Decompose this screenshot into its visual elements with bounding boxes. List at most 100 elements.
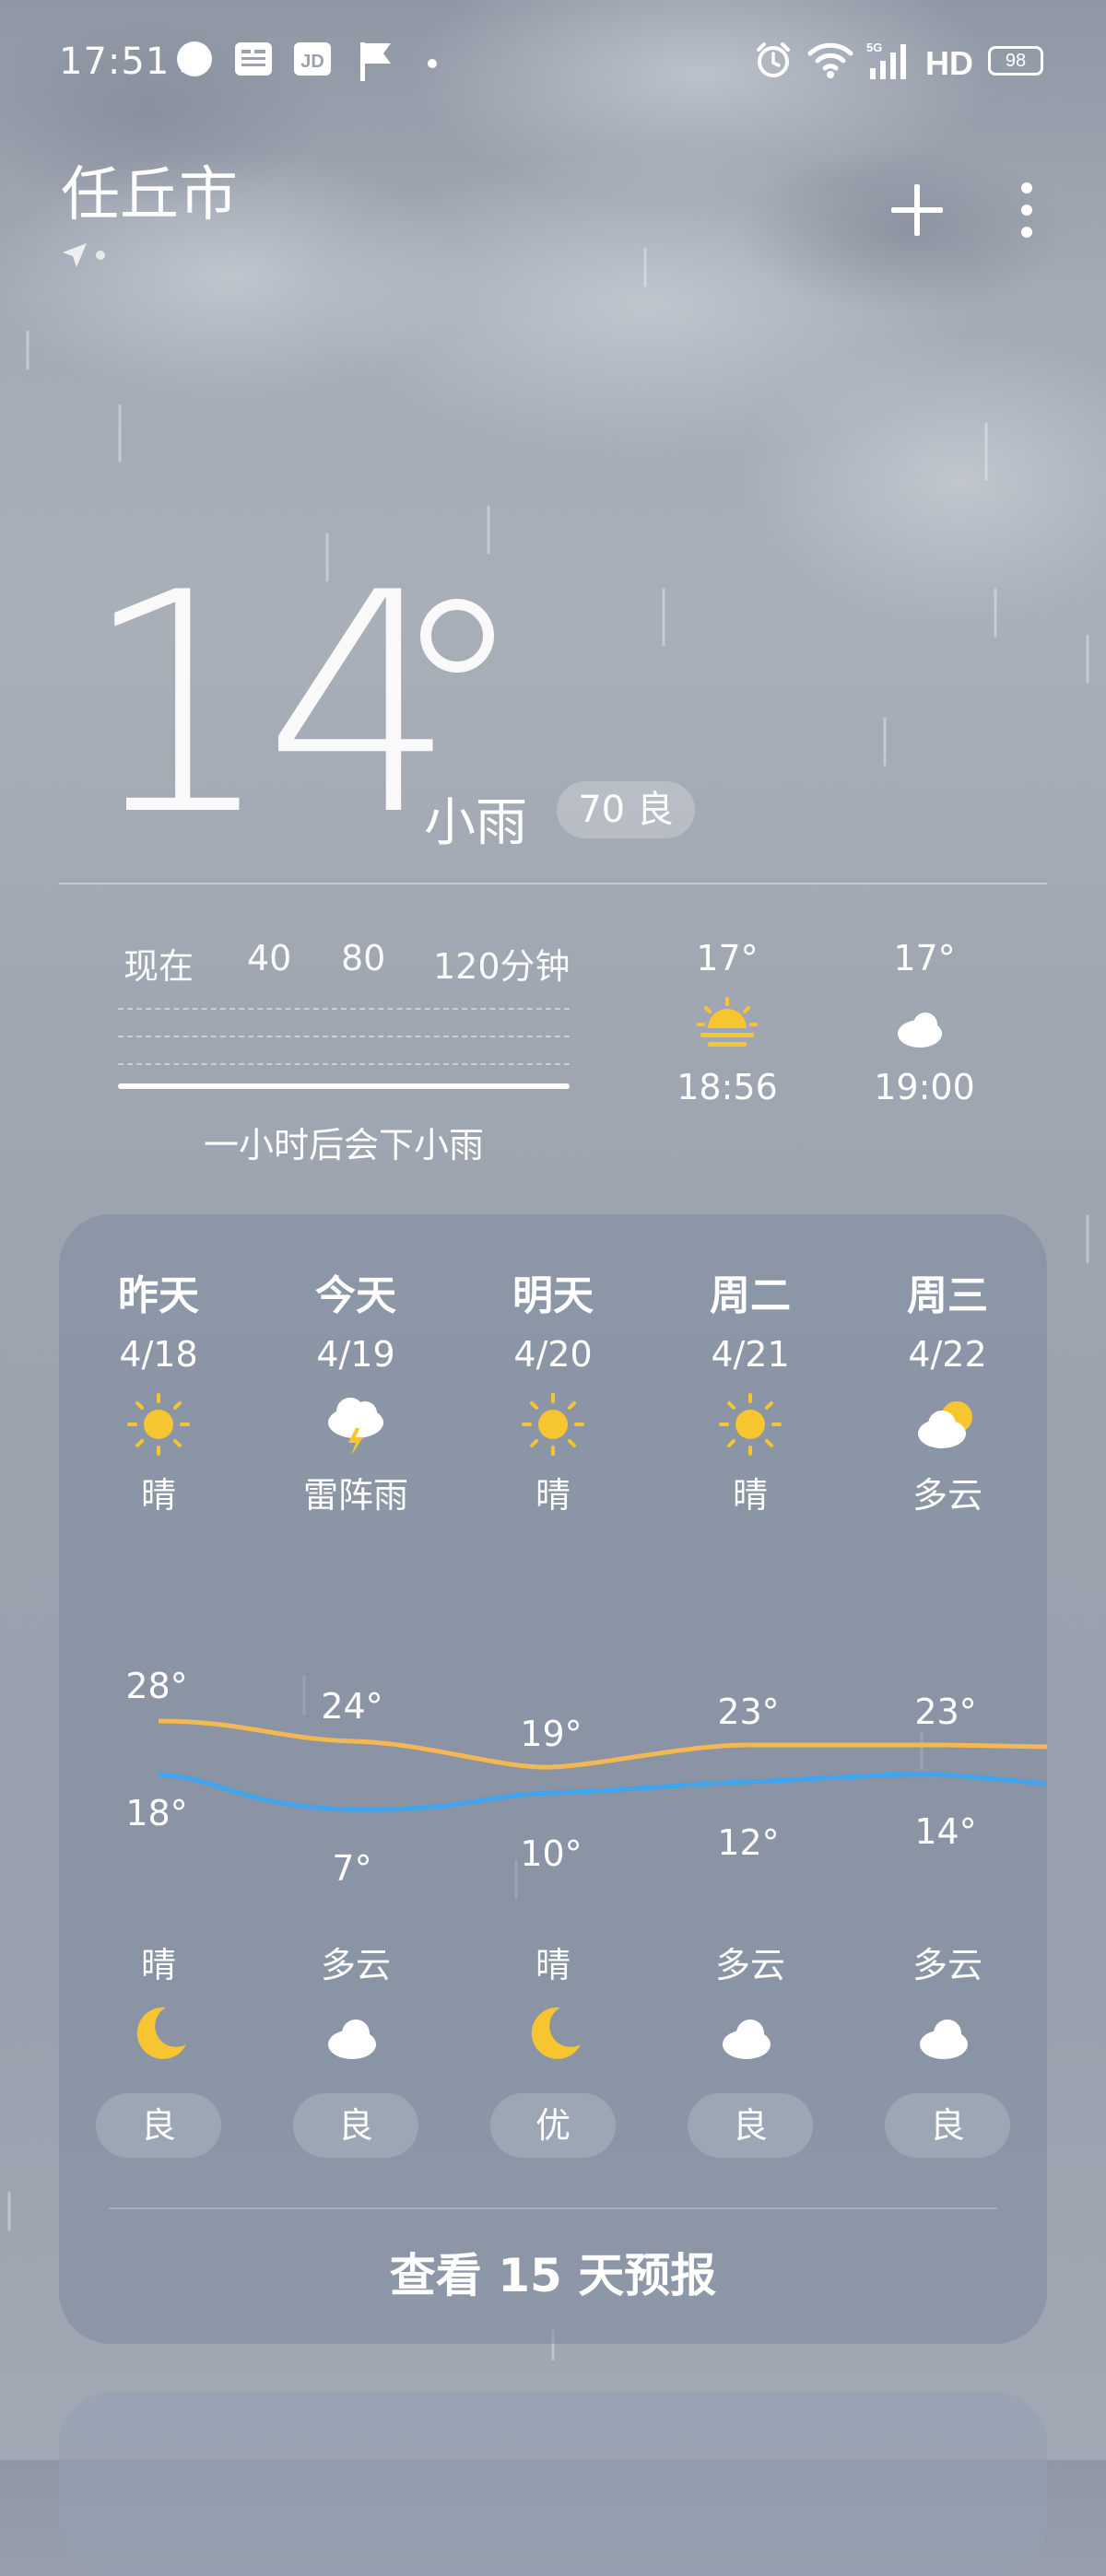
status-time: 17:51 <box>59 41 171 83</box>
rain-axis-label: 40 <box>247 938 292 978</box>
message-bubble-icon <box>177 41 212 76</box>
day-date: 4/20 <box>513 1334 593 1375</box>
day-name: 周二 <box>710 1272 791 1319</box>
day-date: 4/22 <box>908 1334 987 1375</box>
high-temp-label: 24° <box>321 1686 383 1727</box>
more-vertical-icon[interactable] <box>1014 181 1040 240</box>
low-temp-label: 12° <box>717 1822 780 1863</box>
high-temp-label: 19° <box>520 1714 582 1754</box>
card-divider <box>109 2207 997 2209</box>
low-temp-label: 10° <box>520 1833 582 1874</box>
aqi-badge[interactable]: 70 良 <box>557 781 695 838</box>
day-condition: 晴 <box>732 1475 768 1516</box>
plus-icon[interactable] <box>888 181 947 240</box>
hourly-temp: 17° <box>696 938 759 978</box>
current-condition: 小雨 <box>424 793 527 853</box>
day-condition: 晴 <box>140 1475 176 1516</box>
day-column[interactable]: 今天 4/19 雷阵雨 <box>257 1262 454 1517</box>
day-aqi-badge: 良 <box>688 2093 813 2158</box>
day-condition: 雷阵雨 <box>302 1475 408 1516</box>
next-card <box>59 2392 1047 2576</box>
cloudy-night-icon <box>898 1001 949 1048</box>
divider <box>59 883 1047 884</box>
dot-icon <box>428 59 437 68</box>
rain-axis-label: 120分钟 <box>433 946 571 987</box>
day-date: 4/18 <box>119 1334 198 1375</box>
day-column[interactable]: 昨天 4/18 晴 <box>60 1262 257 1517</box>
rain-baseline <box>118 1083 570 1089</box>
day-name: 周三 <box>907 1272 988 1319</box>
signal-5g-icon: 5G <box>866 41 906 79</box>
jd-app-icon: JD <box>294 42 331 76</box>
hourly-item: 17° 19:00 <box>832 938 1017 1107</box>
sunset-icon <box>697 997 758 1047</box>
view-15-day-forecast-button[interactable]: 查看 15 天预报 <box>59 2239 1047 2305</box>
thunder-shower-icon <box>328 1398 383 1456</box>
day-aqi-badge: 良 <box>96 2093 221 2158</box>
rain-axis-label: 现在 <box>124 946 194 987</box>
night-condition: 晴 <box>535 1945 571 1985</box>
moon-icon <box>531 2007 581 2059</box>
high-temp-label: 23° <box>717 1692 780 1732</box>
hourly-time: 18:56 <box>677 1067 778 1107</box>
day-name: 今天 <box>315 1272 396 1319</box>
day-aqi-badge: 优 <box>490 2093 616 2158</box>
high-temp-label: 23° <box>914 1692 977 1732</box>
low-temp-label: 18° <box>125 1793 188 1833</box>
sun-icon <box>719 1393 782 1456</box>
page-indicator-dot <box>96 251 105 260</box>
day-column[interactable]: 明天 4/20 晴 <box>454 1262 652 1517</box>
partly-cloudy-icon <box>918 1401 972 1448</box>
night-column: 晴 <box>60 1937 257 2067</box>
battery-indicator: 98 <box>988 46 1043 76</box>
rain-grid-line <box>118 1063 570 1065</box>
hourly-item: 17° 18:56 <box>635 938 819 1107</box>
svg-text:5G: 5G <box>866 41 882 54</box>
night-condition: 晴 <box>140 1945 176 1985</box>
high-temp-label: 28° <box>125 1666 188 1706</box>
low-temp-label: 7° <box>332 1848 372 1889</box>
news-app-icon <box>235 42 272 76</box>
night-column: 晴 <box>454 1937 652 2067</box>
night-column: 多云 <box>652 1937 849 2067</box>
day-aqi-badge: 良 <box>293 2093 418 2158</box>
cloudy-night-icon <box>723 2006 780 2059</box>
day-name: 昨天 <box>118 1272 199 1319</box>
flag-icon <box>360 42 391 81</box>
rain-axis-label: 80 <box>341 938 386 978</box>
moon-icon <box>136 2007 186 2059</box>
cloudy-night-icon <box>328 2006 385 2059</box>
hourly-temp: 17° <box>893 938 956 978</box>
day-condition: 多云 <box>912 1475 982 1516</box>
alarm-icon <box>757 42 790 77</box>
night-condition: 多云 <box>320 1945 391 1985</box>
night-column: 多云 <box>849 1937 1046 2067</box>
svg-text:JD: JD <box>300 52 324 72</box>
night-condition: 多云 <box>912 1945 982 1985</box>
status-bar: 17:51 JD 5G HD 98 <box>0 28 1106 101</box>
day-date: 4/19 <box>316 1334 395 1375</box>
rain-description: 一小时后会下小雨 <box>203 1125 484 1165</box>
day-aqi-badge: 良 <box>885 2093 1010 2158</box>
location-arrow-icon <box>63 243 87 267</box>
degree-symbol <box>420 599 494 673</box>
rain-grid-line <box>118 1036 570 1037</box>
sun-icon <box>522 1393 584 1456</box>
wifi-icon <box>807 42 853 78</box>
hourly-time: 19:00 <box>874 1067 975 1107</box>
rain-grid-line <box>118 1008 570 1010</box>
low-temp-label: 14° <box>914 1811 977 1852</box>
day-column[interactable]: 周二 4/21 晴 <box>652 1262 849 1517</box>
low-temp-line <box>158 1772 1047 1812</box>
night-condition: 多云 <box>714 1945 785 1985</box>
day-column[interactable]: 周三 4/22 多云 <box>849 1262 1046 1517</box>
day-name: 明天 <box>512 1272 594 1319</box>
current-temperature: 14 <box>81 528 457 882</box>
sun-icon <box>127 1393 190 1456</box>
network-hd-label: HD <box>925 44 973 82</box>
battery-level: 98 <box>1005 51 1027 71</box>
city-name[interactable]: 任丘市 <box>61 147 238 232</box>
day-date: 4/21 <box>711 1334 790 1375</box>
day-condition: 晴 <box>535 1475 571 1516</box>
cloudy-night-icon <box>920 2006 977 2059</box>
